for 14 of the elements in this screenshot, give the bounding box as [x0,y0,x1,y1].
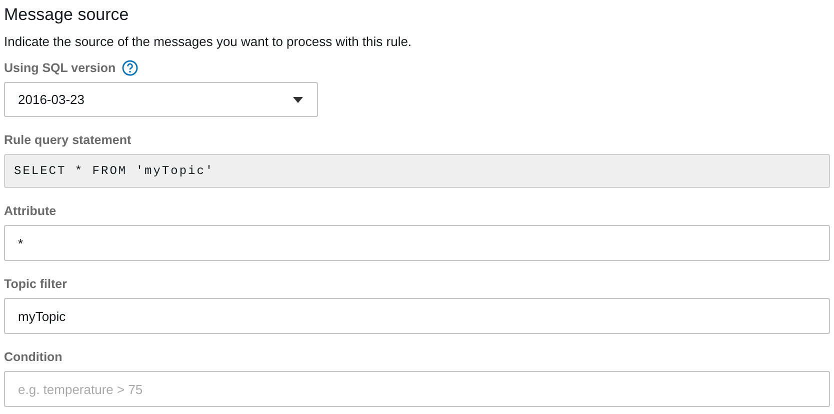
version-select[interactable]: 2016-03-23 [4,82,318,117]
section-title: Message source [4,4,130,26]
input-field[interactable]: * [4,225,830,261]
input-field[interactable]: myTopic [4,298,830,334]
help-icon[interactable] [122,60,138,76]
field-label: Topic filter [4,277,67,291]
caret-icon [293,96,303,102]
query-statement-box: SELECT * FROM 'myTopic' [4,154,830,188]
field-label: Attribute [4,204,56,218]
section-description: Indicate the source of the messages you want to process with this rule. [4,34,413,49]
field-label: Condition [4,350,62,364]
input-field[interactable]: e.g. temperature > 75 [4,371,830,407]
field-label: Rule query statement [4,133,132,147]
field-label: Using SQL version [4,61,116,75]
